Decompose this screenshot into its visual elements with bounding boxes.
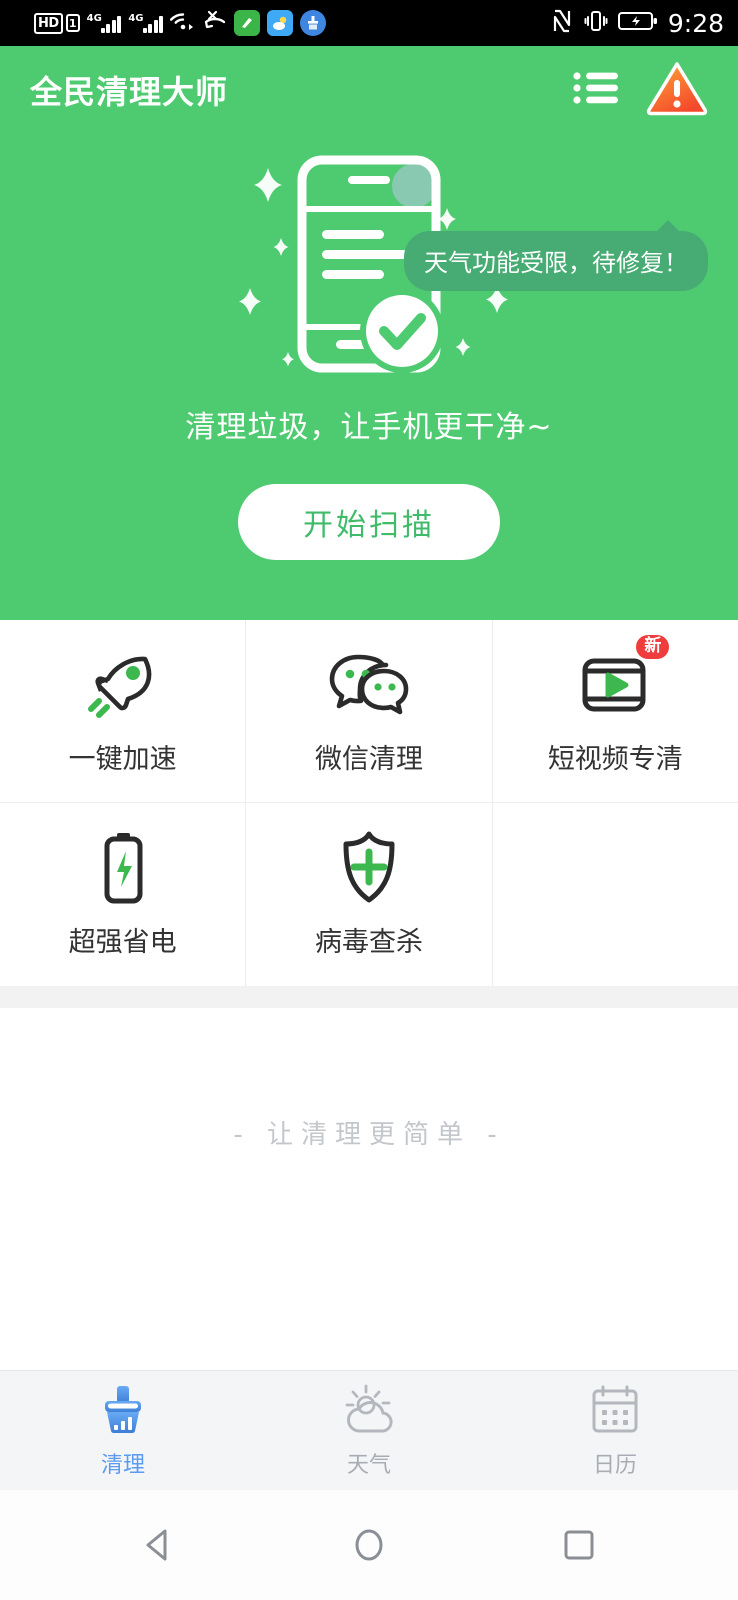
hero-illustration: 天气功能受限，待修复！ bbox=[0, 138, 738, 388]
status-bar-right-icons: 9:28 bbox=[552, 8, 724, 38]
feature-label: 短视频专清 bbox=[547, 743, 683, 775]
tab-calendar[interactable]: 日历 bbox=[492, 1383, 738, 1479]
tab-label: 天气 bbox=[346, 1452, 391, 1478]
network-type-label-1: 4G bbox=[86, 13, 102, 24]
feature-virus-scan[interactable]: 病毒查杀 bbox=[246, 803, 493, 986]
rocket-icon bbox=[85, 647, 161, 723]
tab-label: 日历 bbox=[592, 1452, 637, 1478]
broom-icon bbox=[97, 1383, 149, 1441]
feature-label: 超强省电 bbox=[68, 927, 177, 958]
status-bar-left-icons: HD 1 4G 4G bbox=[34, 10, 327, 36]
bottom-tab-bar: 清理 天气 日历 bbox=[0, 1370, 738, 1490]
status-bar-clock: 9:28 bbox=[667, 8, 724, 38]
signal-4g-icon-1: 4G bbox=[87, 13, 122, 33]
app-screen: HD 1 4G 4G 9:28 全民清理大师 天气功能受限，待修复！ 清理垃圾，… bbox=[0, 0, 738, 1600]
new-badge: 新 bbox=[636, 634, 670, 659]
hd-icon: HD bbox=[34, 12, 63, 34]
green-brush-app-icon bbox=[234, 10, 261, 36]
feature-one-key-boost[interactable]: 一键加速 bbox=[0, 620, 247, 803]
network-type-label-2: 4G bbox=[128, 13, 144, 24]
feature-wechat-clean[interactable]: 微信清理 bbox=[246, 620, 493, 803]
app-bar: 全民清理大师 bbox=[0, 46, 738, 134]
scan-button-wrap: 开始扫描 bbox=[0, 484, 738, 560]
app-slogan: - 让清理更简单 - bbox=[233, 1120, 505, 1150]
home-circle-icon[interactable] bbox=[339, 1515, 399, 1575]
page-title: 全民清理大师 bbox=[30, 73, 229, 111]
tab-weather[interactable]: 天气 bbox=[246, 1383, 492, 1479]
section-divider bbox=[0, 986, 738, 1008]
hero-section: 全民清理大师 天气功能受限，待修复！ 清理垃圾，让手机更干净~ 开始扫描 bbox=[0, 46, 738, 620]
tab-clean[interactable]: 清理 bbox=[0, 1383, 246, 1479]
feature-row-2: 超强省电 病毒查杀 bbox=[0, 803, 738, 986]
feature-label: 病毒查杀 bbox=[314, 927, 423, 958]
cleaner-app-icon bbox=[300, 10, 327, 36]
start-scan-button[interactable]: 开始扫描 bbox=[238, 484, 500, 560]
missed-call-icon bbox=[203, 10, 227, 36]
battery-icon bbox=[95, 830, 151, 906]
feature-empty-slot bbox=[493, 803, 738, 986]
weather-app-icon bbox=[267, 10, 294, 36]
feature-label: 一键加速 bbox=[68, 743, 177, 775]
status-bar: HD 1 4G 4G 9:28 bbox=[0, 0, 738, 46]
list-menu-icon[interactable] bbox=[572, 68, 620, 112]
hero-subtitle: 清理垃圾，让手机更干净~ bbox=[185, 410, 553, 445]
battery-charging-icon bbox=[617, 10, 658, 36]
wifi-icon bbox=[170, 10, 196, 36]
signal-4g-icon-2: 4G bbox=[128, 13, 164, 33]
android-nav-bar bbox=[0, 1490, 738, 1600]
warning-triangle-icon[interactable] bbox=[646, 60, 708, 120]
feature-grid: 一键加速 微信清理 新 短视频专清 超强省电 病毒查杀 bbox=[0, 620, 738, 986]
app-bar-actions bbox=[572, 60, 708, 120]
sim1-icon: 1 bbox=[65, 14, 80, 32]
feature-row-1: 一键加速 微信清理 新 短视频专清 bbox=[0, 620, 738, 803]
vibrate-icon bbox=[584, 8, 608, 38]
feature-short-video-clean[interactable]: 新 短视频专清 bbox=[492, 620, 738, 803]
shield-plus-icon bbox=[336, 830, 402, 906]
weather-tooltip: 天气功能受限，待修复！ bbox=[404, 220, 708, 291]
feature-label: 微信清理 bbox=[314, 743, 423, 775]
video-player-icon: 新 bbox=[577, 634, 670, 723]
calendar-icon bbox=[589, 1383, 641, 1441]
recents-square-icon[interactable] bbox=[549, 1515, 609, 1575]
tab-label: 清理 bbox=[100, 1452, 145, 1478]
wechat-icon bbox=[327, 647, 411, 723]
back-triangle-icon[interactable] bbox=[129, 1515, 189, 1575]
nfc-icon bbox=[552, 8, 574, 38]
feature-power-save[interactable]: 超强省电 bbox=[0, 803, 247, 986]
sun-cloud-icon bbox=[342, 1383, 396, 1441]
